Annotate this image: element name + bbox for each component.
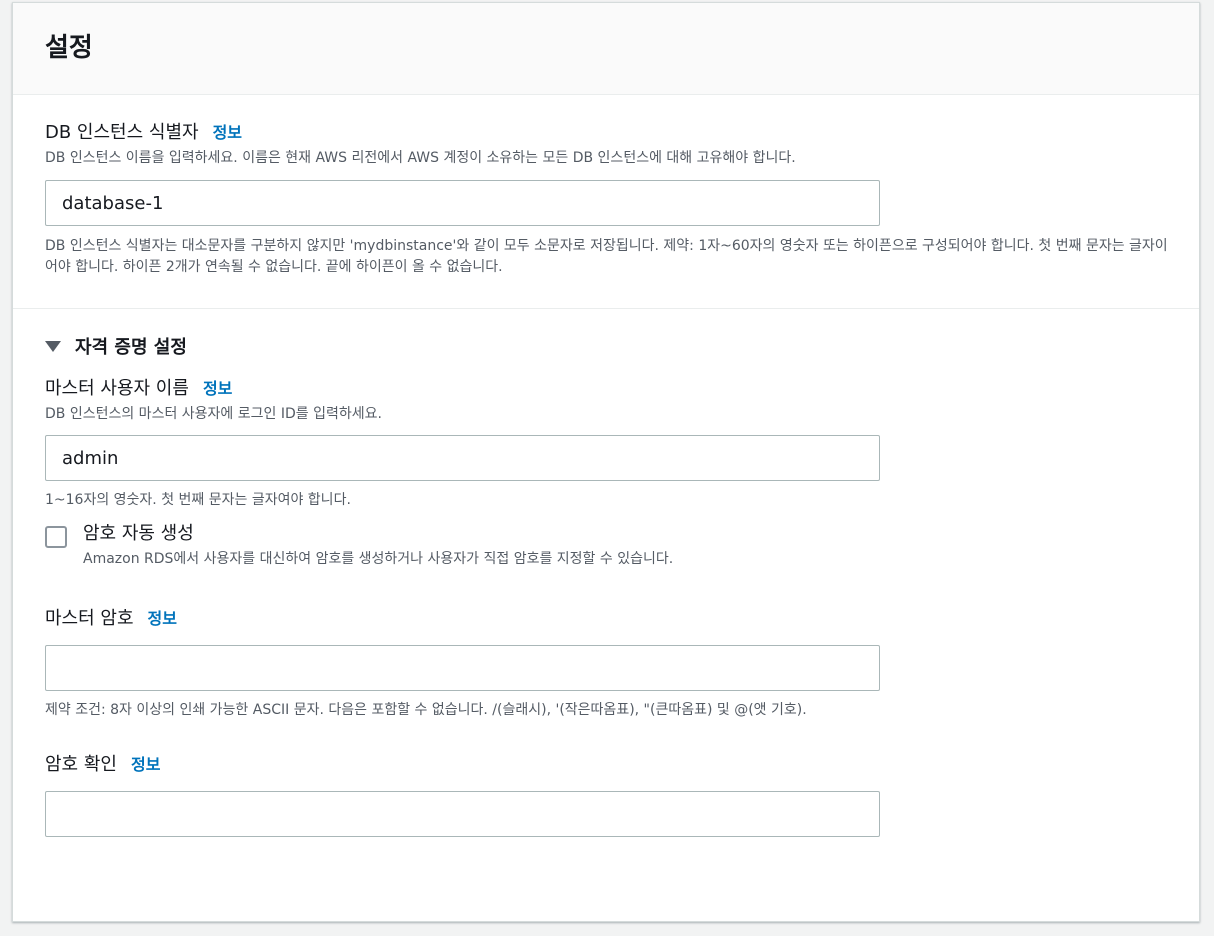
username-label: 마스터 사용자 이름 bbox=[45, 378, 189, 399]
settings-panel: 설정 DB 인스턴스 식별자 정보 DB 인스턴스 이름을 입력하세요. 이름은… bbox=[12, 2, 1200, 922]
username-info-link[interactable]: 정보 bbox=[203, 377, 232, 401]
username-label-row: 마스터 사용자 이름 정보 bbox=[45, 377, 1167, 401]
confirm-label-row: 암호 확인 정보 bbox=[45, 753, 1167, 777]
panel-title: 설정 bbox=[45, 33, 93, 63]
password-constraint: 제약 조건: 8자 이상의 인쇄 가능한 ASCII 문자. 다음은 포함할 수… bbox=[45, 702, 807, 718]
password-label-row: 마스터 암호 정보 bbox=[45, 607, 1167, 631]
confirm-info-link[interactable]: 정보 bbox=[131, 753, 160, 777]
confirm-label: 암호 확인 bbox=[45, 754, 117, 775]
identifier-description: DB 인스턴스 이름을 입력하세요. 이름은 현재 AWS 리전에서 AWS 계… bbox=[45, 150, 796, 166]
identifier-label: DB 인스턴스 식별자 bbox=[45, 122, 199, 143]
username-constraint: 1~16자의 영숫자. 첫 번째 문자는 글자여야 합니다. bbox=[45, 492, 351, 508]
credentials-expander[interactable]: 자격 증명 설정 bbox=[45, 333, 1167, 359]
password-info-link[interactable]: 정보 bbox=[148, 607, 177, 631]
auto-password-label: 암호 자동 생성 bbox=[83, 523, 194, 544]
identifier-input[interactable] bbox=[45, 180, 880, 226]
identifier-info-link[interactable]: 정보 bbox=[213, 121, 242, 145]
password-input[interactable] bbox=[45, 645, 880, 691]
auto-password-text: 암호 자동 생성 Amazon RDS에서 사용자를 대신하여 암호를 생성하거… bbox=[83, 522, 883, 569]
username-input[interactable] bbox=[45, 435, 880, 481]
identifier-section: DB 인스턴스 식별자 정보 DB 인스턴스 이름을 입력하세요. 이름은 현재… bbox=[13, 95, 1199, 309]
identifier-constraint: DB 인스턴스 식별자는 대소문자를 구분하지 않지만 'mydbinstanc… bbox=[45, 238, 1168, 275]
auto-password-description: Amazon RDS에서 사용자를 대신하여 암호를 생성하거나 사용자가 직접… bbox=[83, 551, 674, 567]
credentials-section: 자격 증명 설정 마스터 사용자 이름 정보 DB 인스턴스의 마스터 사용자에… bbox=[13, 333, 1199, 837]
panel-header: 설정 bbox=[13, 3, 1199, 95]
password-label: 마스터 암호 bbox=[45, 608, 134, 629]
confirm-password-input[interactable] bbox=[45, 791, 880, 837]
caret-down-icon bbox=[45, 340, 61, 352]
auto-password-checkbox[interactable] bbox=[45, 526, 67, 548]
identifier-label-row: DB 인스턴스 식별자 정보 bbox=[45, 121, 1167, 145]
username-description: DB 인스턴스의 마스터 사용자에 로그인 ID를 입력하세요. bbox=[45, 406, 382, 422]
credentials-section-label: 자격 증명 설정 bbox=[75, 337, 187, 358]
auto-password-row: 암호 자동 생성 Amazon RDS에서 사용자를 대신하여 암호를 생성하거… bbox=[45, 522, 1167, 569]
